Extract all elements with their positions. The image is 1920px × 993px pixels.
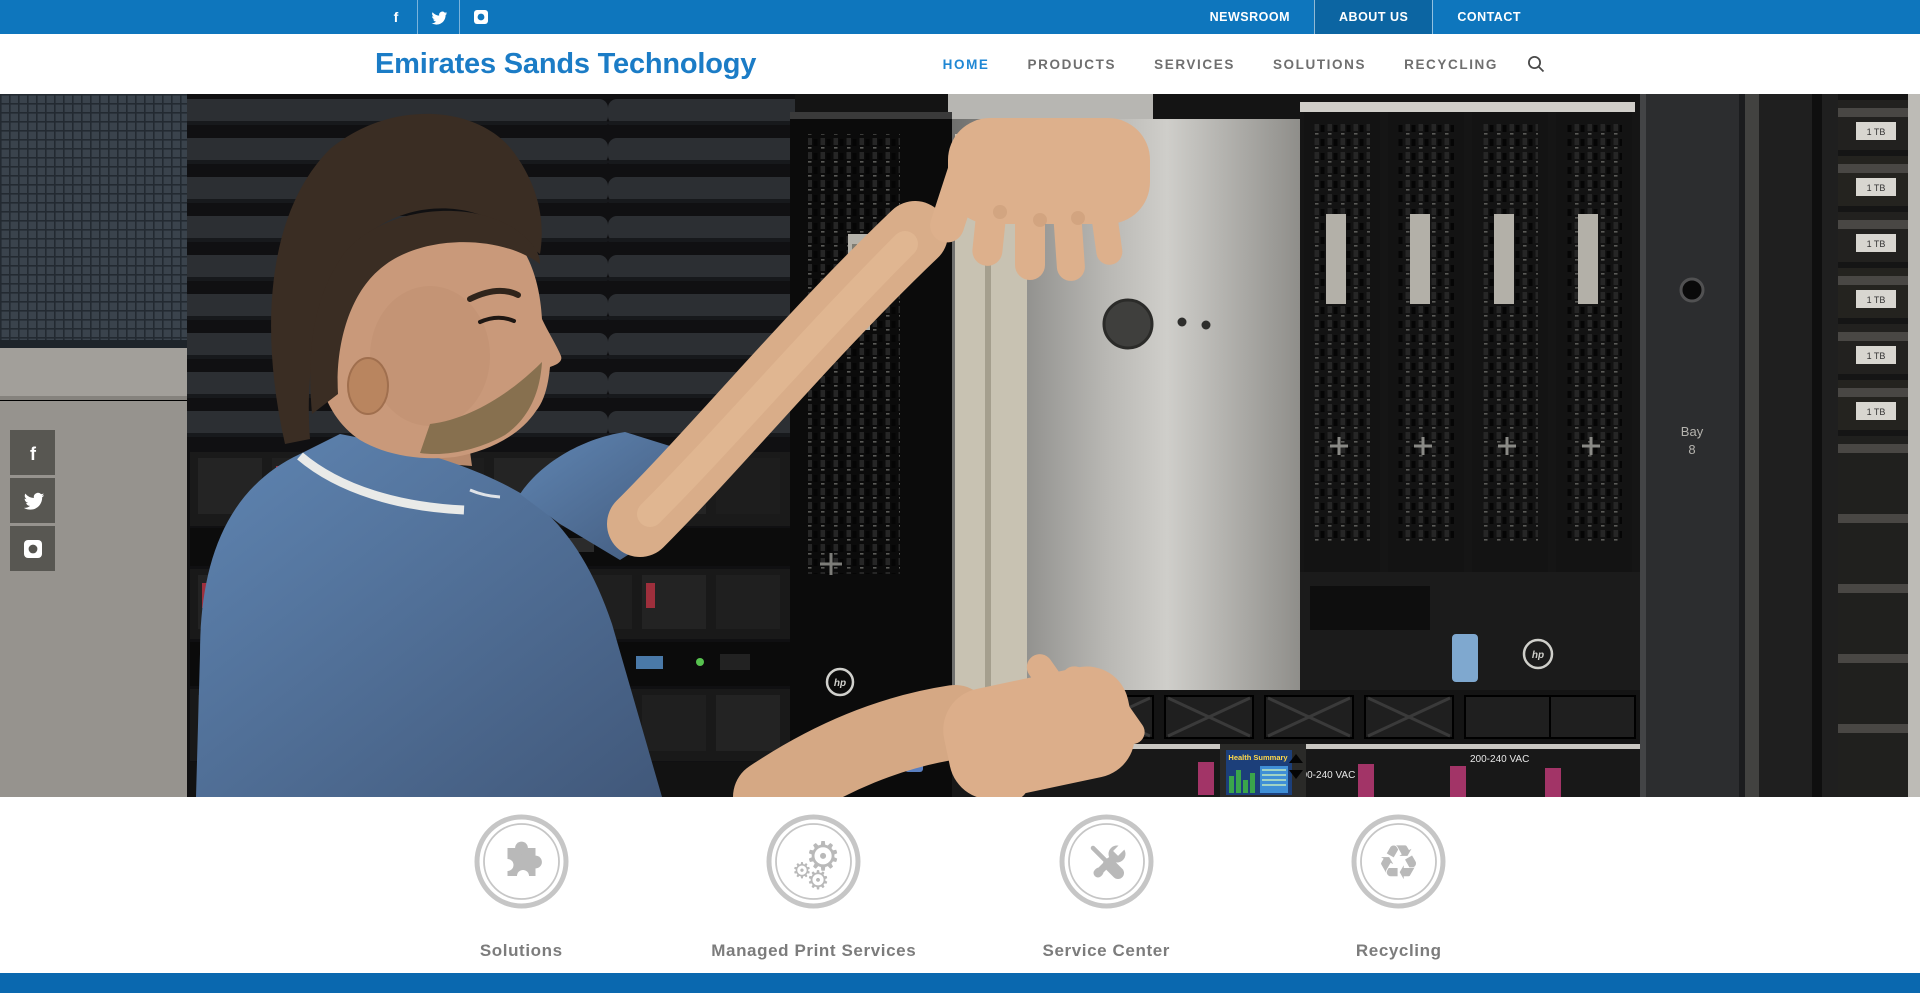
svg-text:⚙: ⚙ [807, 865, 830, 895]
feature-label: Solutions [375, 941, 668, 961]
topbar-link-newsroom[interactable]: NEWSROOM [1186, 0, 1314, 34]
menu-item-solutions[interactable]: SOLUTIONS [1254, 57, 1385, 72]
hero-image: hp hp Bay 8 [0, 94, 1920, 797]
svg-text:♻: ♻ [1377, 837, 1420, 890]
svg-text:hp: hp [1532, 650, 1544, 661]
facebook-icon[interactable]: f [375, 0, 417, 34]
topbar-link-contact[interactable]: CONTACT [1432, 0, 1545, 34]
instagram-icon[interactable] [10, 526, 55, 571]
search-icon[interactable] [1527, 55, 1545, 73]
svg-text:Bay: Bay [1681, 424, 1704, 439]
svg-text:Health Summary: Health Summary [1228, 753, 1288, 762]
site-logo[interactable]: Emirates Sands Technology [375, 48, 756, 81]
feature-service-center[interactable]: Service Center [960, 797, 1253, 961]
feature-recycling[interactable]: ♻ Recycling [1253, 797, 1546, 961]
svg-text:1 TB: 1 TB [1867, 127, 1886, 137]
topbar-link-about-us[interactable]: ABOUT US [1314, 0, 1432, 34]
menu-item-products[interactable]: PRODUCTS [1009, 57, 1136, 72]
top-bar: f NEWSROOM ABOUT US CONTACT [0, 0, 1920, 34]
footer-bar [0, 973, 1920, 993]
feature-label: Service Center [960, 941, 1253, 961]
svg-text:1 TB: 1 TB [1867, 239, 1886, 249]
svg-text:hp: hp [834, 678, 846, 689]
feature-label: Recycling [1253, 941, 1546, 961]
topbar-social-group: f [375, 0, 502, 34]
svg-text:200-240 VAC: 200-240 VAC [1470, 754, 1529, 765]
feature-managed-print-services[interactable]: ⚙ ⚙ ⚙ Managed Print Services [668, 797, 961, 961]
feature-solutions[interactable]: Solutions [375, 797, 668, 961]
tools-icon [1058, 813, 1155, 910]
svg-text:f: f [394, 9, 399, 25]
menu-item-services[interactable]: SERVICES [1135, 57, 1254, 72]
main-navigation: Emirates Sands Technology HOME PRODUCTS … [0, 34, 1920, 94]
main-menu: HOME PRODUCTS SERVICES SOLUTIONS RECYCLI… [924, 55, 1545, 73]
features-section: Solutions ⚙ ⚙ ⚙ Managed Print Services [0, 797, 1920, 973]
instagram-icon[interactable] [459, 0, 501, 34]
topbar-links: NEWSROOM ABOUT US CONTACT [1186, 0, 1545, 34]
svg-text:1 TB: 1 TB [1867, 351, 1886, 361]
hero-section: hp hp Bay 8 [0, 94, 1920, 797]
svg-text:1 TB: 1 TB [1867, 183, 1886, 193]
floating-social-bar: f [10, 430, 55, 574]
twitter-icon[interactable] [417, 0, 459, 34]
svg-text:1 TB: 1 TB [1867, 407, 1886, 417]
menu-item-home[interactable]: HOME [924, 57, 1009, 72]
health-summary-screen: Health Summary [1220, 744, 1306, 797]
feature-label: Managed Print Services [668, 941, 961, 961]
drive-tray-stack: 1 TB 1 TB 1 TB 1 TB 1 TB 1 TB [1838, 94, 1920, 797]
twitter-icon[interactable] [10, 478, 55, 523]
recycle-icon: ♻ [1350, 813, 1447, 910]
facebook-icon[interactable]: f [10, 430, 55, 475]
svg-text:f: f [30, 444, 37, 463]
menu-item-recycling[interactable]: RECYCLING [1385, 57, 1517, 72]
gears-icon: ⚙ ⚙ ⚙ [765, 813, 862, 910]
svg-text:8: 8 [1688, 442, 1695, 457]
puzzle-icon [473, 813, 570, 910]
svg-text:1 TB: 1 TB [1867, 295, 1886, 305]
